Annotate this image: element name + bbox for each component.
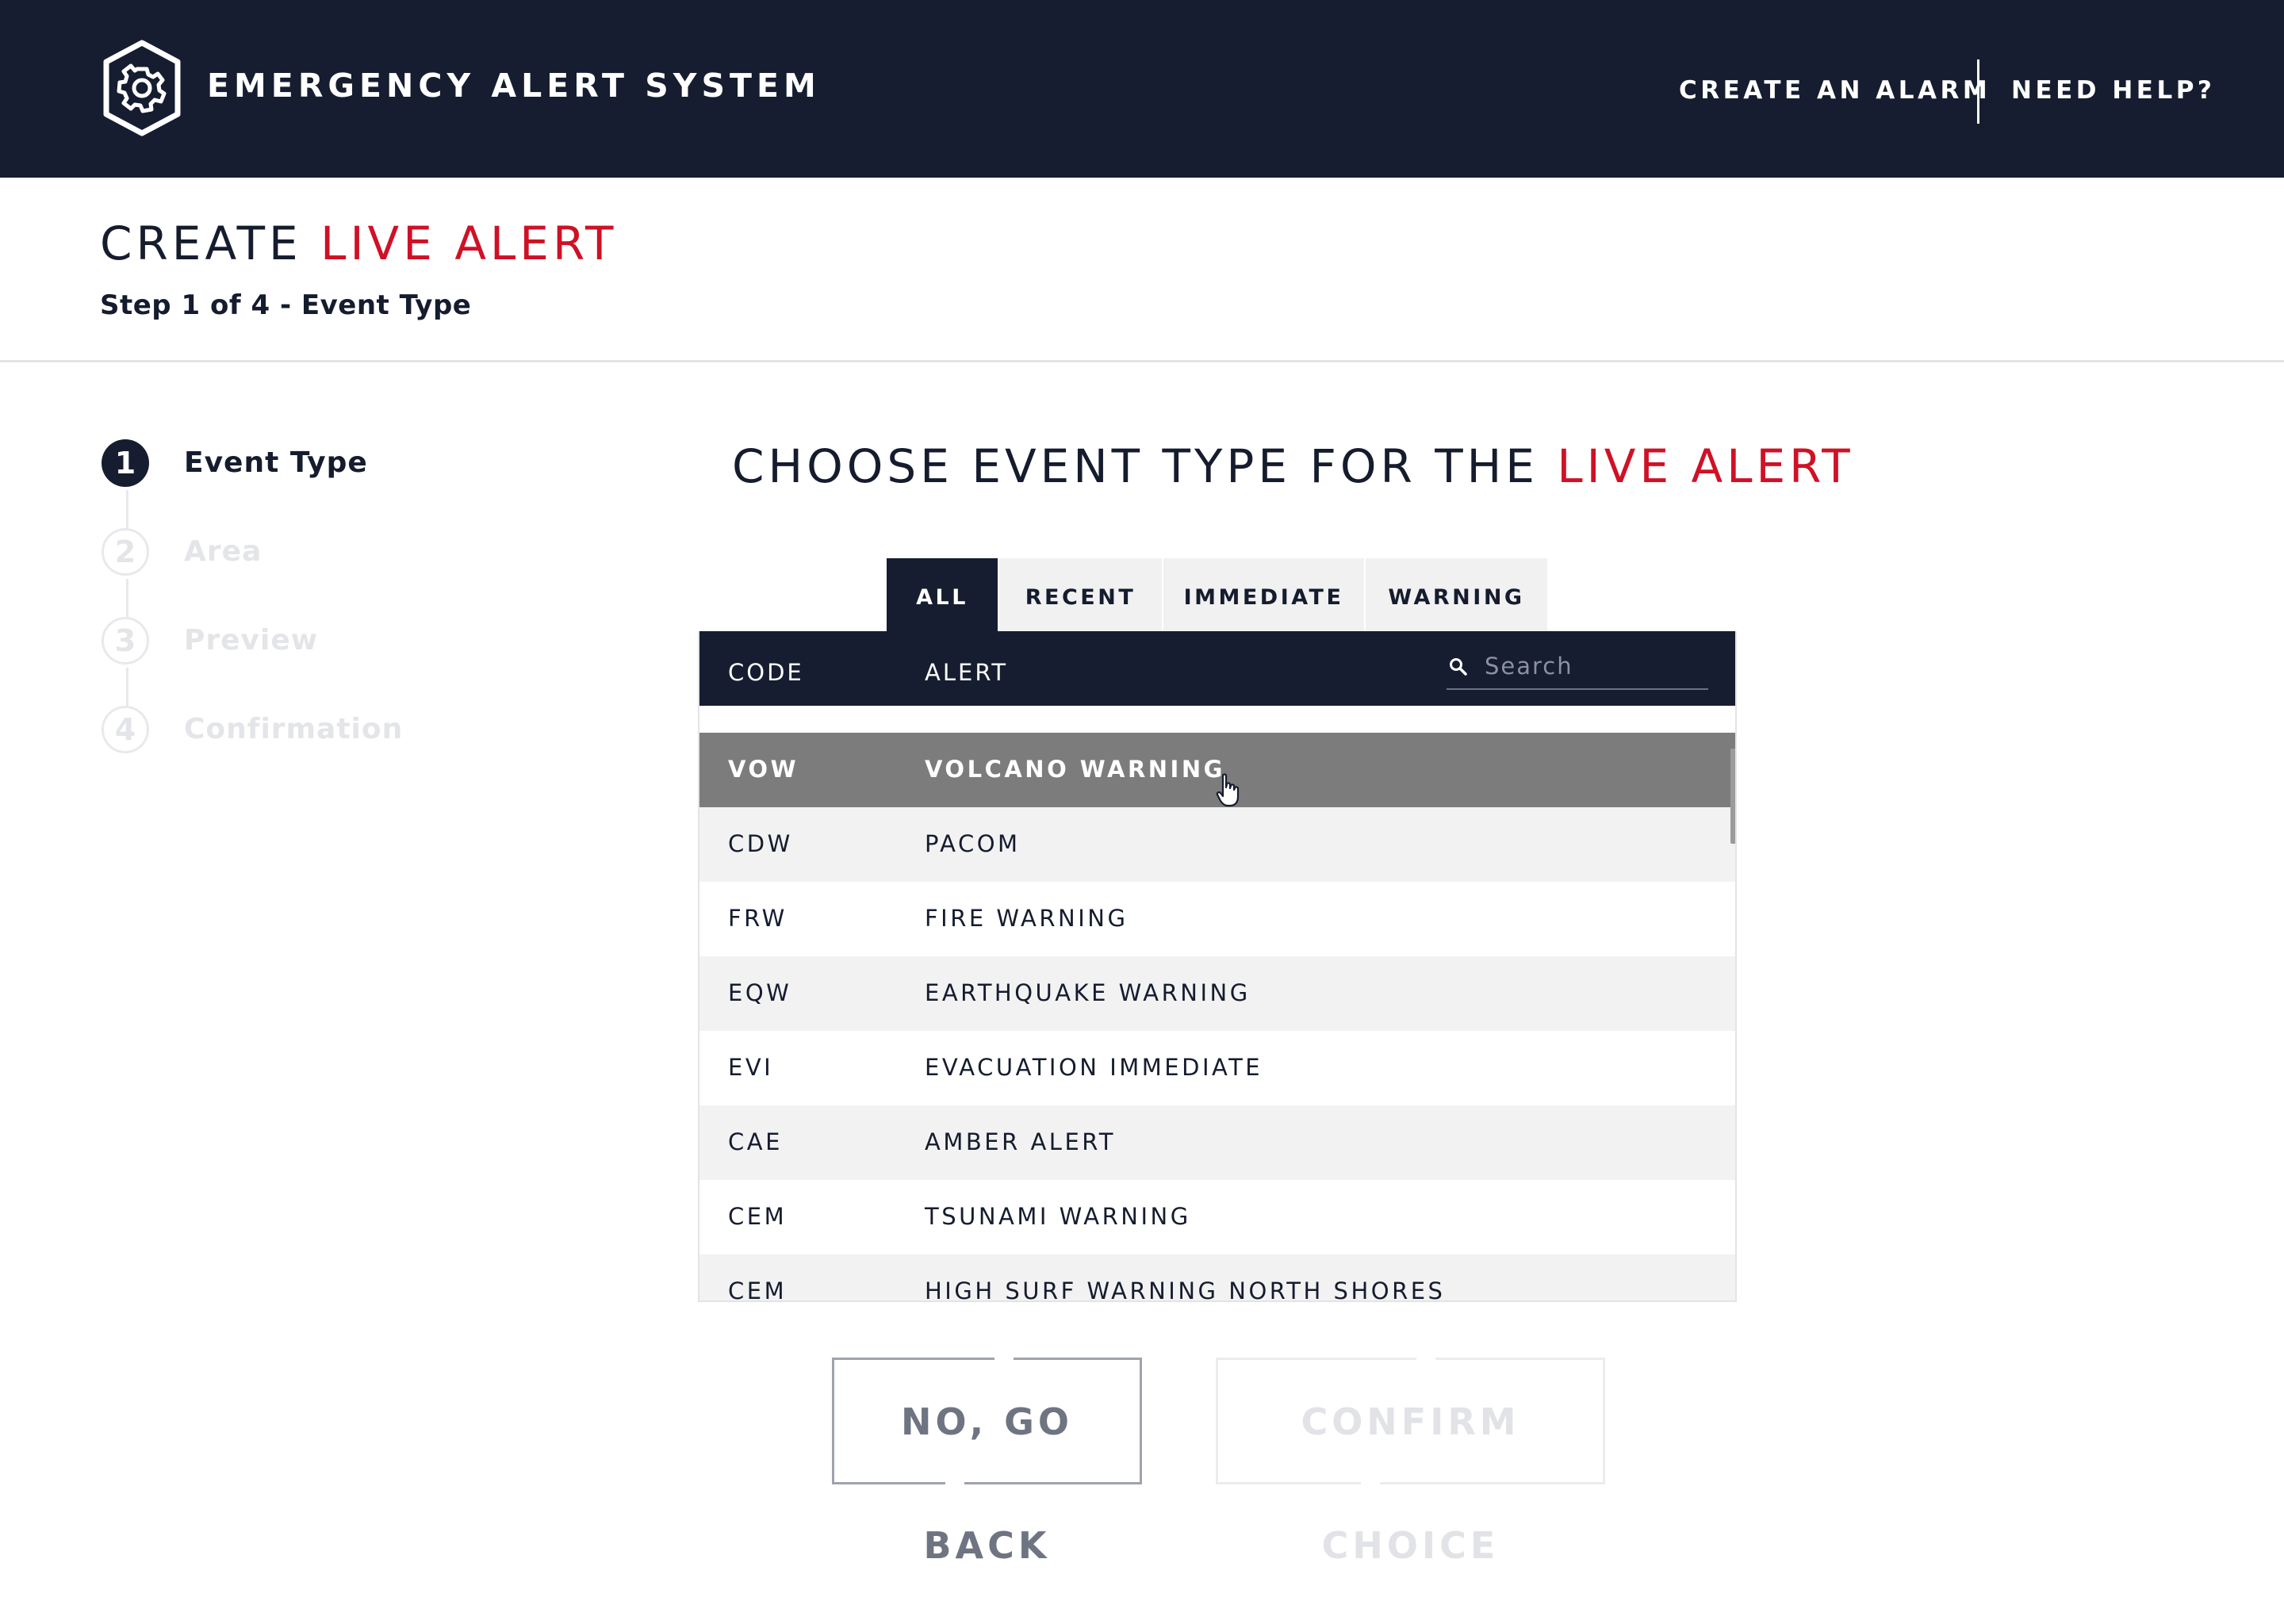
button-notch [945, 1480, 964, 1486]
column-header-code[interactable]: CODE [728, 657, 804, 688]
cell-code: CDW [728, 830, 793, 857]
page-title-prefix: CREATE [100, 216, 302, 270]
tab-all[interactable]: ALL [887, 558, 998, 631]
cell-code: CAE [728, 1128, 783, 1155]
step-number: 3 [102, 617, 149, 665]
button-notch [1416, 1356, 1435, 1362]
button-notch [994, 1356, 1014, 1362]
page-title-accent: LIVE ALERT [320, 216, 618, 270]
go-back-label: NO, GO BACK [901, 1400, 1073, 1567]
cell-code: CEM [728, 1277, 788, 1302]
confirm-choice-button[interactable]: CONFIRM CHOICE [1216, 1356, 1605, 1567]
table-row[interactable]: EQW EARTHQUAKE WARNING [699, 956, 1735, 1031]
table-row[interactable]: FRW FIRE WARNING [699, 882, 1735, 956]
step-label: Area [184, 535, 263, 568]
cell-alert: VOLCANO WARNING [925, 756, 1225, 783]
table-row[interactable]: CEM HIGH SURF WARNING NORTH SHORES [699, 1254, 1735, 1302]
table-row[interactable]: CDW PACOM [699, 807, 1735, 882]
section-heading: CHOOSE EVENT TYPE FOR THE LIVE ALERT [732, 438, 1854, 495]
section-heading-prefix: CHOOSE EVENT TYPE FOR THE [732, 439, 1539, 493]
cell-alert: EARTHQUAKE WARNING [925, 979, 1251, 1006]
search-icon [1450, 658, 1467, 676]
search-field[interactable] [1447, 649, 1708, 690]
go-back-button[interactable]: NO, GO BACK [832, 1356, 1142, 1567]
stepper-connector [126, 579, 128, 620]
cell-alert: FIRE WARNING [925, 905, 1129, 932]
hand-cursor-icon [1216, 773, 1240, 807]
need-help-link[interactable]: NEED HELP? [2011, 73, 2215, 108]
cell-alert: HIGH SURF WARNING NORTH SHORES [925, 1277, 1446, 1302]
cell-code: EVI [728, 1054, 774, 1081]
table-row[interactable]: CAE AMBER ALERT [699, 1105, 1735, 1180]
cell-alert: PACOM [925, 830, 1021, 857]
table-row[interactable]: EVI EVACUATION IMMEDIATE [699, 1031, 1735, 1105]
step-number: 2 [102, 528, 149, 576]
cell-code: FRW [728, 905, 788, 932]
cell-alert: TSUNAMI WARNING [925, 1203, 1191, 1230]
nav-divider [1977, 59, 1979, 124]
cell-code: CEM [728, 1203, 788, 1230]
tab-recent[interactable]: RECENT [999, 558, 1162, 631]
cell-alert: AMBER ALERT [925, 1128, 1117, 1155]
event-type-table[interactable]: CODE ALERT CAP COMMON ALERTING PROTOCOL … [698, 631, 1737, 1302]
button-notch [1361, 1480, 1380, 1486]
app-title: EMERGENCY ALERT SYSTEM [207, 67, 821, 105]
step-label: Confirmation [184, 713, 404, 745]
top-bar: EMERGENCY ALERT SYSTEM CREATE AN ALARM N… [0, 0, 2284, 178]
table-header: CODE ALERT [699, 631, 1735, 706]
cell-code: VOW [728, 756, 799, 783]
tab-immediate[interactable]: IMMEDIATE [1163, 558, 1364, 631]
table-scrollbar[interactable] [1730, 749, 1735, 844]
stepper-connector [126, 490, 128, 531]
shield-gear-icon [103, 40, 181, 136]
search-input[interactable] [1485, 649, 1699, 684]
step-label: Preview [184, 624, 319, 657]
stepper-connector [126, 668, 128, 709]
table-row[interactable]: CEM TSUNAMI WARNING [699, 1180, 1735, 1254]
cell-code: EQW [728, 979, 792, 1006]
header-divider [0, 360, 2284, 362]
column-header-alert[interactable]: ALERT [925, 657, 1008, 688]
section-heading-accent: LIVE ALERT [1557, 439, 1854, 493]
page-subtitle: Step 1 of 4 - Event Type [100, 289, 472, 321]
create-alarm-link[interactable]: CREATE AN ALARM [1679, 73, 1991, 108]
step-label: Event Type [184, 446, 368, 479]
page-title: CREATE LIVE ALERT [100, 216, 617, 271]
tab-warning[interactable]: WARNING [1366, 558, 1547, 631]
step-number: 1 [102, 439, 149, 487]
confirm-choice-label: CONFIRM CHOICE [1301, 1400, 1520, 1567]
cell-alert: EVACUATION IMMEDIATE [925, 1054, 1263, 1081]
step-number: 4 [102, 706, 149, 753]
